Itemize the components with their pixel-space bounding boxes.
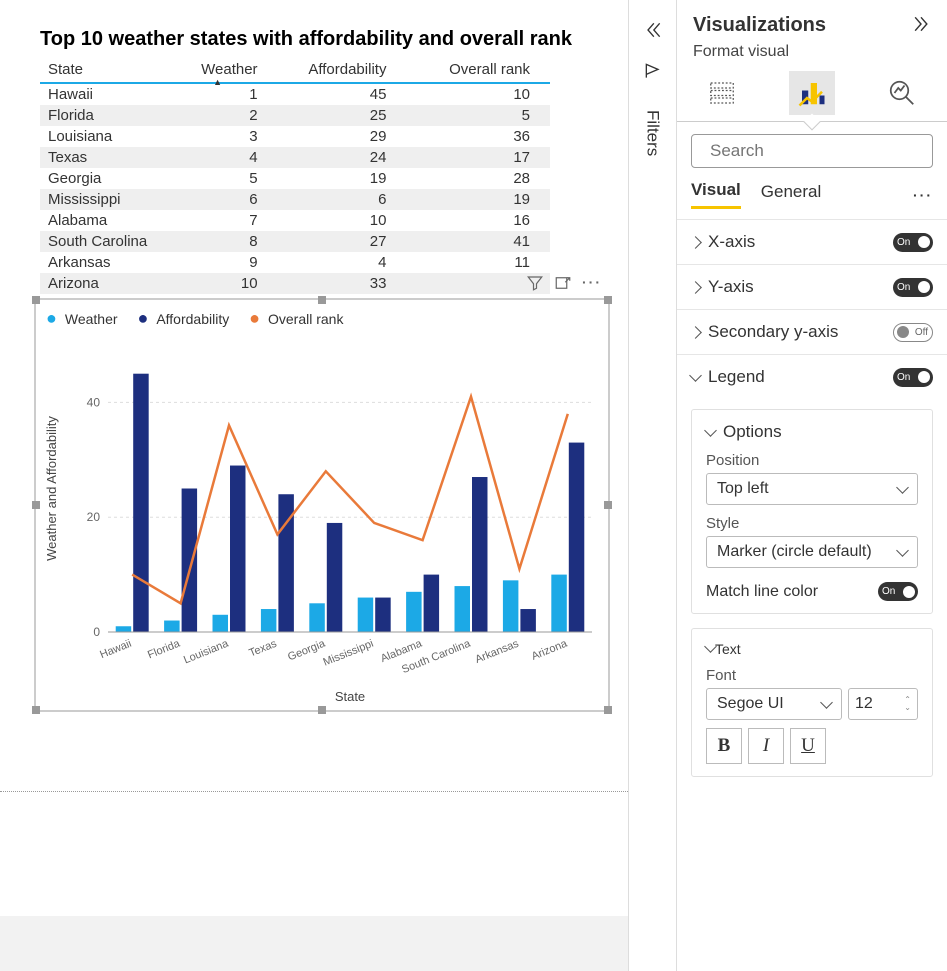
table-row[interactable]: South Carolina82741 <box>40 231 550 252</box>
more-options-icon[interactable]: ··· <box>913 187 933 203</box>
svg-text:20: 20 <box>87 510 101 524</box>
legend-overall-rank: Overall rank <box>268 311 343 327</box>
table-row[interactable]: Arkansas9411 <box>40 252 550 273</box>
filters-collapsed-pane: Filters <box>628 0 676 971</box>
table-row[interactable]: Georgia51928 <box>40 168 550 189</box>
position-label: Position <box>706 452 918 469</box>
resize-handle[interactable] <box>604 296 612 304</box>
toggle-legend[interactable]: On <box>893 368 933 387</box>
step-down-icon[interactable]: ⌄ <box>904 704 911 712</box>
bold-button[interactable]: B <box>706 728 742 764</box>
collapse-viz-icon[interactable] <box>911 14 931 37</box>
toggle-x-axis[interactable]: On <box>893 233 933 252</box>
svg-text:Mississippi: Mississippi <box>322 638 376 669</box>
font-select[interactable]: Segoe UI <box>706 688 842 720</box>
table-row[interactable]: Hawaii14510 <box>40 83 550 105</box>
format-search-box[interactable] <box>691 134 933 168</box>
style-label: Style <box>706 515 918 532</box>
visual-toolbar: ··· <box>526 274 602 295</box>
toggle-y-axis[interactable]: On <box>893 278 933 297</box>
format-mode-switch <box>677 65 947 122</box>
combo-chart: 02040HawaiiFloridaLouisianaTexasGeorgiaM… <box>36 337 606 707</box>
toggle-match-line-color[interactable]: On <box>878 582 918 601</box>
font-size-stepper[interactable]: 12 ⌃⌄ <box>848 688 918 720</box>
filter-icon[interactable] <box>526 274 544 295</box>
toggle-secondary-y[interactable]: Off <box>893 323 933 342</box>
font-label: Font <box>706 667 918 684</box>
table-row[interactable]: Florida2255 <box>40 105 550 126</box>
resize-handle[interactable] <box>32 501 40 509</box>
svg-text:Weather and Affordability: Weather and Affordability <box>44 416 59 561</box>
table-row[interactable]: Louisiana32936 <box>40 126 550 147</box>
col-weather[interactable]: Weather <box>177 57 277 83</box>
viz-pane-title: Visualizations <box>693 14 826 37</box>
bookmark-icon[interactable] <box>643 61 663 84</box>
focus-mode-icon[interactable] <box>554 274 572 295</box>
page-bottom <box>0 916 628 971</box>
table-row[interactable]: Alabama71016 <box>40 210 550 231</box>
card-y-axis[interactable]: Y-axis On <box>677 264 947 309</box>
filters-pane-label[interactable]: Filters <box>643 110 663 156</box>
italic-button[interactable]: I <box>748 728 784 764</box>
format-mode-icon[interactable] <box>789 71 835 115</box>
page-title: Top 10 weather states with affordability… <box>40 28 610 51</box>
resize-handle[interactable] <box>318 706 326 714</box>
text-section[interactable]: Text <box>706 641 918 657</box>
card-secondary-y-axis[interactable]: Secondary y-axis Off <box>677 309 947 354</box>
legend-text-card: Text Font Segoe UI 12 ⌃⌄ B I U <box>691 628 933 777</box>
resize-handle[interactable] <box>604 501 612 509</box>
svg-text:Texas: Texas <box>247 637 279 659</box>
report-canvas: Top 10 weather states with affordability… <box>0 0 628 792</box>
col-affordability[interactable]: Affordability <box>278 57 421 83</box>
svg-text:40: 40 <box>87 395 101 409</box>
chevron-down-icon <box>896 544 909 557</box>
resize-handle[interactable] <box>32 296 40 304</box>
svg-text:State: State <box>335 689 365 704</box>
legend-weather: Weather <box>65 311 118 327</box>
svg-text:Arizona: Arizona <box>530 637 570 662</box>
card-x-axis[interactable]: X-axis On <box>677 219 947 264</box>
resize-handle[interactable] <box>604 706 612 714</box>
underline-button[interactable]: U <box>790 728 826 764</box>
col-overall-rank[interactable]: Overall rank <box>420 57 550 83</box>
table-row[interactable]: Texas42417 <box>40 147 550 168</box>
position-select[interactable]: Top left <box>706 473 918 505</box>
chart-legend: ●Weather ●Affordability ●Overall rank <box>36 300 608 337</box>
legend-options-card: Options Position Top left Style Marker (… <box>691 409 933 614</box>
tab-general[interactable]: General <box>761 182 821 208</box>
match-line-color-label: Match line color <box>706 583 818 601</box>
search-input[interactable] <box>710 141 931 161</box>
chevron-down-icon <box>820 696 833 709</box>
options-section[interactable]: Options <box>706 422 918 442</box>
table-row[interactable]: Arizona1033 <box>40 273 550 294</box>
svg-text:0: 0 <box>93 625 100 639</box>
table-row[interactable]: Mississippi6619 <box>40 189 550 210</box>
legend-affordability: Affordability <box>156 311 229 327</box>
data-table: State Weather Affordability Overall rank… <box>40 57 550 294</box>
more-options-icon[interactable]: ··· <box>582 274 602 295</box>
fields-mode-icon[interactable] <box>699 71 745 115</box>
col-state[interactable]: State <box>40 57 177 83</box>
expand-filters-icon[interactable] <box>643 20 663 43</box>
analytics-mode-icon[interactable] <box>879 71 925 115</box>
resize-handle[interactable] <box>32 706 40 714</box>
chevron-down-icon <box>896 481 909 494</box>
svg-text:Louisiana: Louisiana <box>182 637 231 666</box>
table-header-row: State Weather Affordability Overall rank <box>40 57 550 83</box>
svg-text:Florida: Florida <box>146 637 182 661</box>
format-visual-label: Format visual <box>677 39 947 65</box>
chart-visual[interactable]: ··· ●Weather ●Affordability ●Overall ran… <box>34 298 610 712</box>
card-legend[interactable]: Legend On <box>677 354 947 399</box>
resize-handle[interactable] <box>318 296 326 304</box>
svg-text:Arkansas: Arkansas <box>474 637 521 665</box>
svg-text:Hawaii: Hawaii <box>98 638 133 661</box>
visualizations-pane: Visualizations Format visual Visual Gene… <box>676 0 947 971</box>
tab-visual[interactable]: Visual <box>691 180 741 209</box>
style-select[interactable]: Marker (circle default) <box>706 536 918 568</box>
